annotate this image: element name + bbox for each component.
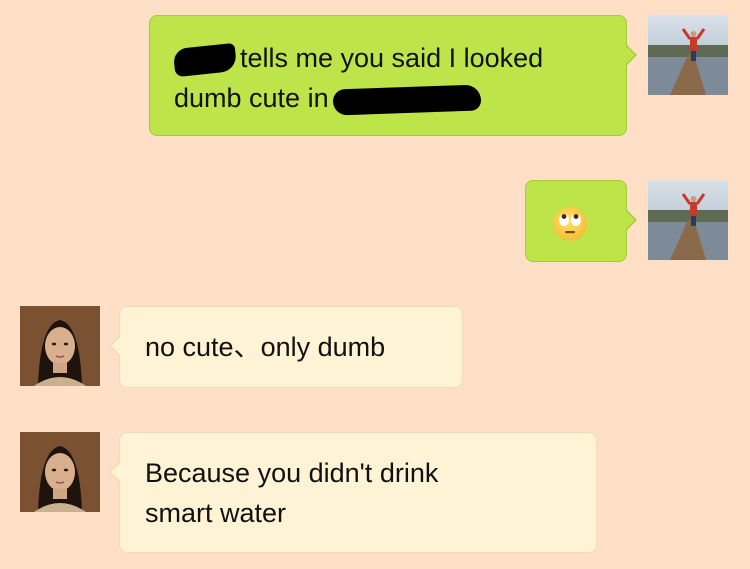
redaction-mark — [332, 84, 482, 116]
bubble-tail — [109, 461, 121, 483]
message-bubble-received[interactable]: Because you didn't drink smart water — [109, 432, 597, 553]
message-text: tells me you said I looked — [240, 43, 544, 73]
pier-photo-icon — [648, 15, 728, 95]
message-text: smart water — [145, 498, 287, 528]
chat-thread: tells me you said I looked dumb cute in — [0, 0, 750, 569]
message-bubble-sent[interactable] — [525, 180, 637, 262]
bubble-tail — [625, 209, 637, 231]
bubble-tail — [109, 335, 121, 357]
message-text: dumb cute in — [174, 83, 329, 113]
woman-photo-avatar[interactable] — [20, 432, 100, 512]
message-bubble-received[interactable]: no cute、only dumb — [109, 306, 463, 388]
message-line: dumb cute in — [174, 78, 626, 118]
message-line: tells me you said I looked — [172, 38, 626, 78]
redaction-mark — [172, 42, 238, 78]
pier-photo-avatar[interactable] — [648, 15, 728, 95]
bubble-tail — [625, 44, 637, 66]
message-bubble-sent[interactable]: tells me you said I looked dumb cute in — [149, 15, 637, 136]
woman-photo-avatar[interactable] — [20, 306, 100, 386]
face-with-rolling-eyes-icon — [553, 207, 587, 241]
woman-photo-icon — [20, 432, 100, 512]
message-text: Because you didn't drink — [145, 458, 439, 488]
message-text: no cute、only dumb — [145, 332, 386, 362]
woman-photo-icon — [20, 306, 100, 386]
pier-photo-icon — [648, 180, 728, 260]
pier-photo-avatar[interactable] — [648, 180, 728, 260]
